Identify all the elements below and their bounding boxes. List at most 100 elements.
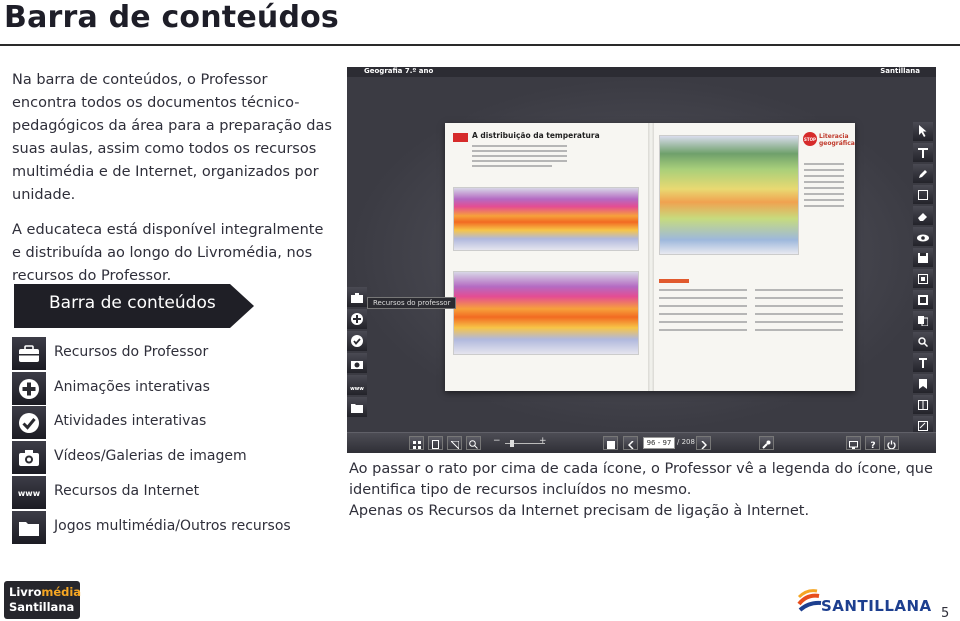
caption-line: Apenas os Recursos da Internet precisam … bbox=[349, 503, 810, 519]
page-icon bbox=[432, 434, 439, 453]
legend-label: Recursos da Internet bbox=[54, 483, 200, 499]
pin-icon bbox=[919, 353, 927, 372]
pencil-icon bbox=[918, 164, 928, 183]
caption-text: Ao passar o rato por cima de cada ícone,… bbox=[349, 459, 949, 522]
tooltip: Recursos do professor bbox=[367, 297, 457, 309]
intro-text: Na barra de conteúdos, o Professor encon… bbox=[12, 69, 332, 300]
spotlight-tool[interactable] bbox=[913, 290, 933, 309]
internet-resources-button[interactable]: www bbox=[347, 375, 367, 395]
chevron-right-icon bbox=[700, 434, 707, 453]
help-icon: ? bbox=[869, 434, 877, 453]
checkmark-circle-icon bbox=[351, 332, 363, 351]
livromedia-logo: Livromédia Santillana bbox=[4, 581, 81, 619]
text-tool[interactable] bbox=[913, 143, 933, 162]
zoom-out-button[interactable] bbox=[466, 436, 481, 450]
activities-button[interactable] bbox=[347, 331, 367, 351]
checkmark-circle-icon bbox=[12, 406, 46, 439]
view-tool[interactable] bbox=[913, 227, 933, 246]
pin-tool[interactable] bbox=[913, 353, 933, 372]
zoom-slider-handle[interactable] bbox=[510, 440, 514, 447]
chapter-title: A distribuição da temperatura bbox=[472, 131, 600, 140]
plus-circle-icon bbox=[351, 310, 363, 329]
videos-button[interactable] bbox=[347, 353, 367, 373]
page-number-input[interactable]: 96 - 97 bbox=[643, 437, 675, 449]
folder-icon bbox=[12, 511, 46, 544]
single-page-button[interactable] bbox=[409, 436, 424, 450]
rectangle-icon bbox=[918, 185, 928, 204]
animations-button[interactable] bbox=[347, 309, 367, 329]
teacher-resources-button[interactable] bbox=[347, 287, 367, 307]
mask-icon bbox=[918, 269, 928, 288]
pages-tool[interactable] bbox=[913, 311, 933, 330]
www-icon: www bbox=[349, 376, 365, 395]
camera-icon bbox=[12, 441, 46, 474]
wrench-icon bbox=[762, 434, 771, 453]
caption-line: Ao passar o rato por cima de cada ícone,… bbox=[349, 461, 933, 498]
next-page-button[interactable] bbox=[696, 436, 711, 450]
split-view-icon bbox=[918, 395, 928, 414]
save-tool[interactable] bbox=[913, 248, 933, 267]
split-view-tool[interactable] bbox=[913, 395, 933, 414]
literacy-title: Literacia geográfica bbox=[819, 133, 855, 147]
games-button[interactable] bbox=[347, 397, 367, 417]
text-icon bbox=[918, 143, 928, 162]
title-divider bbox=[0, 44, 960, 46]
power-icon bbox=[887, 434, 896, 453]
tools-button[interactable] bbox=[759, 436, 774, 450]
open-book: A distribuição da temperatura STOP Liter… bbox=[445, 123, 855, 391]
content-bar-banner: Barra de conteúdos bbox=[14, 284, 254, 328]
fold-page-button[interactable] bbox=[447, 436, 462, 450]
first-page-icon bbox=[606, 434, 615, 453]
previous-page-button[interactable] bbox=[623, 436, 638, 450]
legend-item-interactive-activities: Atividades interativas bbox=[12, 406, 332, 439]
zoom-icon bbox=[469, 434, 478, 453]
spotlight-icon bbox=[918, 290, 928, 309]
help-button[interactable]: ? bbox=[865, 434, 880, 453]
monitor-icon bbox=[849, 434, 858, 453]
intro-paragraph: A educateca está disponível integralment… bbox=[12, 222, 324, 284]
zoom-plus-icon[interactable]: + bbox=[539, 436, 547, 446]
cursor-icon bbox=[918, 122, 928, 141]
book-label: Geografia 7.º ano bbox=[364, 67, 434, 75]
legend-label: Atividades interativas bbox=[54, 413, 207, 429]
power-button[interactable] bbox=[884, 436, 899, 450]
chevron-left-icon bbox=[627, 434, 634, 453]
temperature-map-january bbox=[453, 187, 639, 251]
bookmark-icon bbox=[919, 374, 927, 393]
book-stage: A distribuição da temperatura STOP Liter… bbox=[347, 77, 936, 435]
page-title: Barra de conteúdos bbox=[4, 0, 339, 35]
santillana-wordmark: SANTILLANA bbox=[821, 597, 932, 615]
legend-label: Animações interativas bbox=[54, 379, 210, 395]
eraser-tool[interactable] bbox=[913, 206, 933, 225]
book-spine bbox=[648, 123, 654, 391]
pen-tool[interactable] bbox=[913, 164, 933, 183]
zoom-minus-icon[interactable]: − bbox=[493, 436, 501, 446]
chapter-number-tag bbox=[453, 133, 468, 142]
right-page: STOP Literacia geográfica bbox=[657, 129, 855, 385]
logo-word: Livro bbox=[9, 585, 42, 599]
pages-icon bbox=[918, 311, 929, 330]
screen-mode-button[interactable] bbox=[846, 436, 861, 450]
grid-icon bbox=[412, 434, 421, 453]
screen-tool[interactable] bbox=[913, 269, 933, 288]
rectangle-tool[interactable] bbox=[913, 185, 933, 204]
svg-text:www: www bbox=[18, 489, 41, 498]
left-page: A distribuição da temperatura bbox=[451, 129, 646, 385]
isotherm-map bbox=[659, 135, 799, 255]
svg-text:www: www bbox=[350, 386, 364, 391]
folder-icon bbox=[351, 398, 363, 417]
app-title-bar: Geografia 7.º ano Santillana bbox=[347, 67, 936, 77]
publisher-label: Santillana bbox=[880, 67, 920, 75]
page-number: 5 bbox=[941, 606, 950, 621]
bookmark-tool[interactable] bbox=[913, 374, 933, 393]
page-view-button[interactable] bbox=[428, 436, 443, 450]
logo-word: Santillana bbox=[9, 600, 75, 614]
pointer-tool[interactable] bbox=[913, 122, 933, 141]
save-icon bbox=[918, 248, 928, 267]
legend-item-internet-resources: www Recursos da Internet bbox=[12, 476, 332, 509]
first-page-button[interactable] bbox=[603, 436, 618, 450]
santillana-logo: SANTILLANA bbox=[797, 586, 931, 616]
search-icon bbox=[918, 332, 929, 351]
app-screenshot: Geografia 7.º ano Santillana A distribui… bbox=[347, 67, 936, 453]
search-tool[interactable] bbox=[913, 332, 933, 351]
